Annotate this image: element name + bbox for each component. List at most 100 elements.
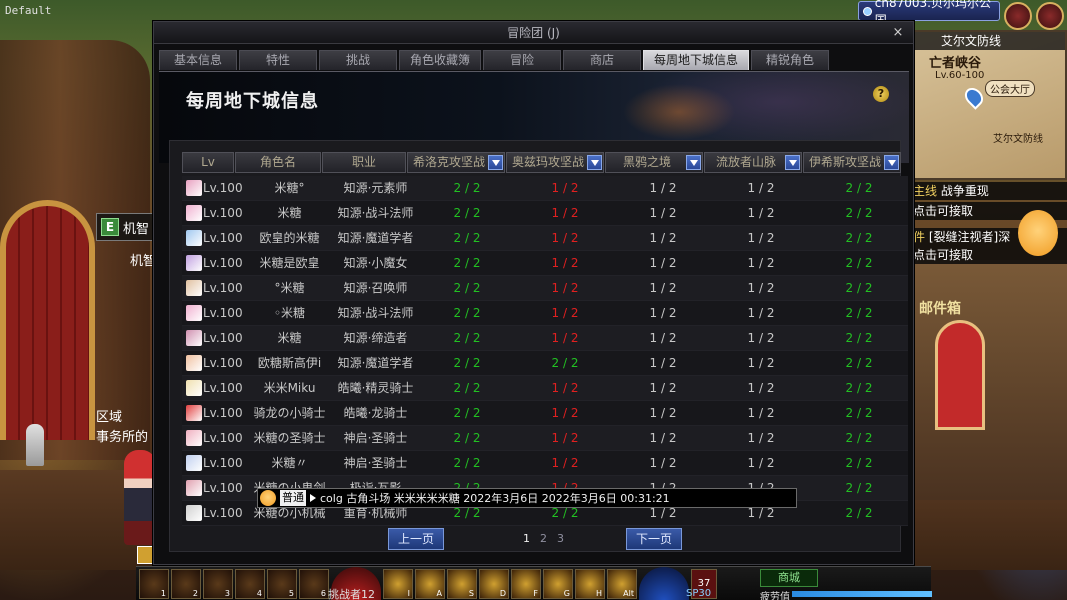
cell-dungeon-count: 1 / 2 [747,205,775,220]
skill-slot[interactable]: S [447,568,477,599]
table-row[interactable]: Lv.100 骑龙の小骑士 皓曦·龙骑士 2 / 2 1 / 2 1 / 2 1 / 2 2 … [182,401,908,426]
table-row[interactable]: Lv.100 米糖° 知源·元素师 2 / 2 1 / 2 1 / 2 1 / 2 2 / 2 [182,176,908,201]
skill-slot[interactable]: F [511,568,541,599]
dropdown-arrow-icon[interactable] [884,155,899,170]
page-numbers: 123 [523,532,564,545]
mascot-icon[interactable] [1018,210,1058,256]
menu-orb-icon[interactable] [1004,2,1032,30]
event-orb-icon[interactable] [1036,2,1064,30]
skill-slot[interactable]: D [479,568,509,599]
player-character [124,450,156,545]
quickslot[interactable]: 1 [139,568,169,599]
dialog-title[interactable]: 冒险团 (J) [154,22,913,44]
character-avatar-icon [186,405,202,421]
skill-slot[interactable]: A [415,568,445,599]
chat-message[interactable]: 普通 colg 古角斗场 米米米米米糖 2022年3月6日 2022年3月6日 … [257,488,797,508]
skill-key: S [468,588,474,598]
cell-dungeon-count: 2 / 2 [551,355,579,370]
server-indicator[interactable]: ch87003.贝尔玛尔公国 [858,0,1000,27]
tab-0[interactable]: 基本信息 [159,50,237,70]
cell-job: 知源·魔道学者 [337,355,414,370]
cell-job: 知源·元素师 [343,180,408,195]
quickslot[interactable]: 2 [171,568,201,599]
cell-dungeon-count: 2 / 2 [845,355,873,370]
mall-button[interactable]: 商城 [760,569,818,587]
next-page-button[interactable]: 下一页 [626,528,682,550]
table-row[interactable]: Lv.100 米糖是欧皇 知源·小魔女 2 / 2 1 / 2 1 / 2 1 / 2 2 /… [182,251,908,276]
cell-job: 知源·召唤师 [343,280,408,295]
area-label[interactable]: 区域 事务所的 [96,408,148,448]
tab-5[interactable]: 商店 [563,50,642,70]
skill-slot[interactable]: I [383,568,413,599]
cell-dungeon-count: 2 / 2 [845,505,873,520]
character-avatar-icon [186,305,202,321]
cell-name: 骑龙の小骑士 [253,405,326,420]
page-number[interactable]: 1 [523,532,530,545]
minimap-guild-hall[interactable]: 公会大厅 [985,80,1035,97]
arrow-right-icon [310,494,316,502]
area-label-line1: 区域 [96,410,123,425]
cell-lv: Lv.100 [182,176,246,201]
adventure-team-dialog: 冒险团 (J) × 基本信息 特性 挑战 角色收藏簿 冒险 商店 每周地下城信息 精锐角色 每… [153,21,914,565]
tab-1[interactable]: 特性 [239,50,317,70]
quickslot[interactable]: 4 [235,568,265,599]
cell-name: 欧糖斯高伊i [257,355,322,370]
tab-6[interactable]: 每周地下城信息 [643,50,750,70]
table-row[interactable]: Lv.100 米米Miku 皓曦·精灵骑士 2 / 2 1 / 2 1 / 2 1 / 2 2… [182,376,908,401]
cell-dungeon-count: 1 / 2 [551,280,579,295]
table-row[interactable]: Lv.100 米糖〃 神启·圣骑士 2 / 2 1 / 2 1 / 2 1 / 2 2 / 2 [182,451,908,476]
cell-lv: Lv.100 [182,226,246,251]
help-icon[interactable]: ? [873,86,889,102]
minimap[interactable]: 艾尔文防线 亡者峡谷 Lv.60-100 公会大厅 艾尔文防线 [911,30,1067,180]
table-row[interactable]: Lv.100 ◦米糖 知源·战斗法师 2 / 2 1 / 2 1 / 2 1 / 2 2 / … [182,301,908,326]
npc-nameplate[interactable]: E 机智 [96,213,156,241]
page-number[interactable]: 2 [540,532,547,545]
chat-emoji-icon [260,490,276,506]
cell-dungeon-count: 2 / 2 [845,330,873,345]
quickslot[interactable]: 5 [267,568,297,599]
cell-dungeon-count: 1 / 2 [551,255,579,270]
header-label: 奥兹玛攻坚战 [511,155,584,169]
quest-item[interactable]: 主线 战争重现 [911,182,1067,200]
prev-page-button[interactable]: 上一页 [388,528,444,550]
close-icon[interactable]: × [889,24,907,42]
skill-slot[interactable]: Alt [607,568,637,599]
level-text: Lv.100 [203,230,243,245]
table-row[interactable]: Lv.100 欧糖斯高伊i 知源·魔道学者 2 / 2 2 / 2 1 / 2 1 / 2 2… [182,351,908,376]
cell-job: 知源·小魔女 [343,255,408,270]
table-row[interactable]: Lv.100 米糖の圣骑士 神启·圣骑士 2 / 2 1 / 2 1 / 2 1 / 2 2 … [182,426,908,451]
tab-4[interactable]: 冒险 [483,50,562,70]
dropdown-arrow-icon[interactable] [488,155,503,170]
page-number[interactable]: 3 [557,532,564,545]
quickslot-key: 4 [256,588,262,598]
quickslot[interactable]: 6 [299,568,329,599]
table-row[interactable]: Lv.100 °米糖 知源·召唤师 2 / 2 1 / 2 1 / 2 1 / 2 2 / 2 [182,276,908,301]
quickslot[interactable]: 3 [203,568,233,599]
cell-dungeon-count: 1 / 2 [747,455,775,470]
cell-job: 皓曦·精灵骑士 [337,380,414,395]
cell-lv: Lv.100 [182,301,246,326]
table-row[interactable]: Lv.100 欧皇的米糖 知源·魔道学者 2 / 2 1 / 2 1 / 2 1 / 2 2 … [182,226,908,251]
tab-7[interactable]: 精锐角色 [751,50,830,70]
quest-tag: 主线 [913,184,938,198]
dropdown-arrow-icon[interactable] [587,155,602,170]
tab-3[interactable]: 角色收藏簿 [399,50,482,70]
challenger-label: 挑战者12 [328,588,375,600]
quickslot-key: 2 [192,588,198,598]
cell-job: 知源·魔道学者 [337,230,414,245]
quickslot-key: 5 [288,588,294,598]
tab-2[interactable]: 挑战 [319,50,397,70]
table-row[interactable]: Lv.100 米糖 知源·缔造者 2 / 2 1 / 2 1 / 2 1 / 2 2 / 2 [182,326,908,351]
character-avatar-icon [186,280,202,296]
cell-lv: Lv.100 [182,376,246,401]
dropdown-arrow-icon[interactable] [785,155,800,170]
skill-slot[interactable]: H [575,568,605,599]
table-row[interactable]: Lv.100 米糖 知源·战斗法师 2 / 2 1 / 2 1 / 2 1 / 2 2 / 2 [182,201,908,226]
quest-text: 战争重现 [940,184,989,198]
dropdown-arrow-icon[interactable] [686,155,701,170]
cell-dungeon-count: 1 / 2 [747,230,775,245]
mailbox-label[interactable]: 邮件箱 [919,298,961,318]
skill-slot[interactable]: G [543,568,573,599]
cell-dungeon-count: 1 / 2 [551,230,579,245]
header-dungeon: 黑鸦之境 [605,152,703,173]
